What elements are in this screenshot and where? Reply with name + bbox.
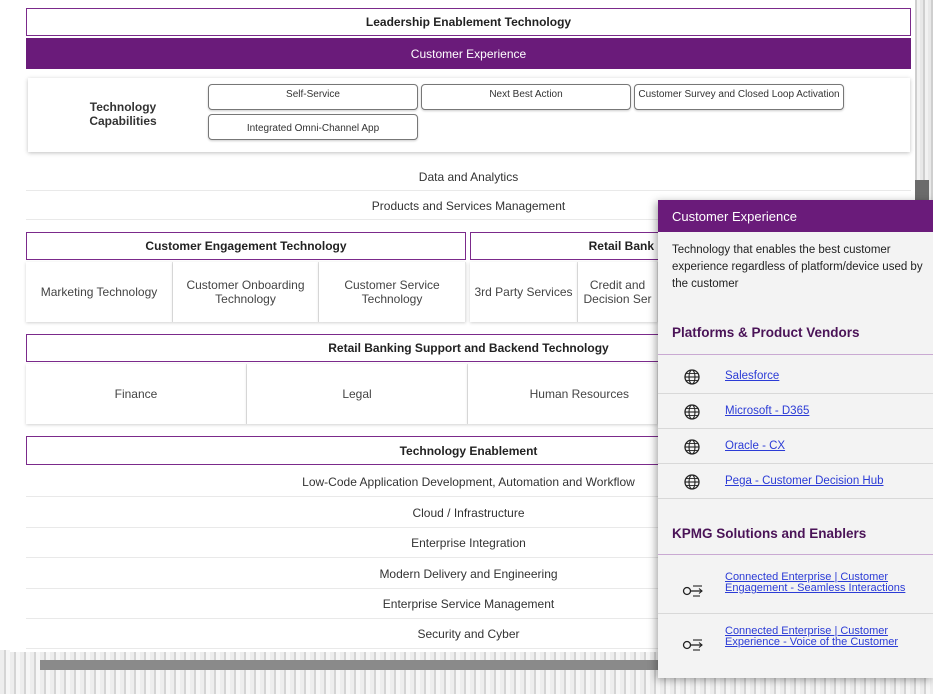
popover-title: Customer Experience [658,200,933,232]
capabilities-label: Technology Capabilities [89,100,157,128]
solutions-heading: KPMG Solutions and Enablers [672,526,867,541]
vendor-link-salesforce[interactable]: Salesforce [725,370,779,382]
solutions-divider [658,554,933,555]
technology-capabilities-panel: Technology Capabilities Self-Service Nex… [28,78,910,152]
band-products-services-label: Products and Services Management [371,198,566,213]
band-data-analytics-label: Data and Analytics [418,169,519,184]
popover-description: Technology that enables the best custome… [672,244,923,290]
leadership-enablement-title: Leadership Enablement Technology [365,15,572,29]
cell-marketing-technology[interactable]: Marketing Technology [26,262,173,322]
vendor-link-pega[interactable]: Pega - Customer Decision Hub [725,475,884,487]
cell-legal[interactable]: Legal [247,364,468,424]
vendor-link-microsoft[interactable]: Microsoft - D365 [725,405,809,417]
globe-icon [684,474,700,490]
vendors-divider [658,354,933,355]
solution-row: Connected Enterprise | Customer Experien… [658,624,933,668]
technology-enablement-title: Technology Enablement [399,443,538,458]
cell-human-resources[interactable]: Human Resources [468,364,658,424]
cell-finance[interactable]: Finance [26,364,247,424]
connector-icon [682,585,703,597]
enablement-security-cyber-label: Security and Cyber [417,626,520,641]
capability-omni-channel-app[interactable]: Integrated Omni-Channel App [208,114,418,140]
customer-engagement-header[interactable]: Customer Engagement Technology [26,232,466,260]
backdrop-shadow-bottom [40,660,660,670]
customer-experience-popover: Customer Experience Technology that enab… [658,200,933,678]
globe-icon [684,404,700,420]
cell-third-party-services[interactable]: 3rd Party Services [470,262,578,322]
capability-next-best-action[interactable]: Next Best Action [421,84,631,110]
vendor-row: Salesforce [658,360,933,394]
customer-experience-title: Customer Experience [410,46,527,61]
cell-credit-decision[interactable]: Credit and Decision Ser [578,262,658,322]
customer-experience-banner[interactable]: Customer Experience [26,38,911,69]
connector-icon [682,639,703,651]
enablement-integration-label: Enterprise Integration [411,535,526,550]
support-backend-title: Retail Banking Support and Backend Techn… [328,341,609,355]
enablement-service-management-label: Enterprise Service Management [382,596,555,611]
band-data-analytics[interactable]: Data and Analytics [26,163,911,191]
vendor-row: Pega - Customer Decision Hub [658,465,933,499]
capability-customer-survey[interactable]: Customer Survey and Closed Loop Activati… [634,84,844,110]
vendors-heading: Platforms & Product Vendors [672,325,860,340]
globe-icon [684,439,700,455]
enablement-modern-delivery-label: Modern Delivery and Engineering [379,566,558,581]
globe-icon [684,369,700,385]
solution-row: Connected Enterprise | Customer Engageme… [658,570,933,614]
leadership-enablement-header[interactable]: Leadership Enablement Technology [26,8,911,36]
vendor-link-oracle[interactable]: Oracle - CX [725,440,785,452]
vendor-row: Microsoft - D365 [658,395,933,429]
retail-bank-title: Retail Bank [588,239,654,253]
customer-engagement-title: Customer Engagement Technology [145,239,347,253]
capability-self-service[interactable]: Self-Service [208,84,418,110]
cell-customer-onboarding[interactable]: Customer Onboarding Technology [173,262,319,322]
solution-link-seamless-interactions[interactable]: Connected Enterprise | Customer Engageme… [725,572,930,594]
solution-link-voice-of-customer[interactable]: Connected Enterprise | Customer Experien… [725,626,930,648]
vendor-row: Oracle - CX [658,430,933,464]
enablement-cloud-label: Cloud / Infrastructure [412,505,525,520]
cell-customer-service[interactable]: Customer Service Technology [319,262,466,322]
enablement-low-code-label: Low-Code Application Development, Automa… [302,474,635,489]
